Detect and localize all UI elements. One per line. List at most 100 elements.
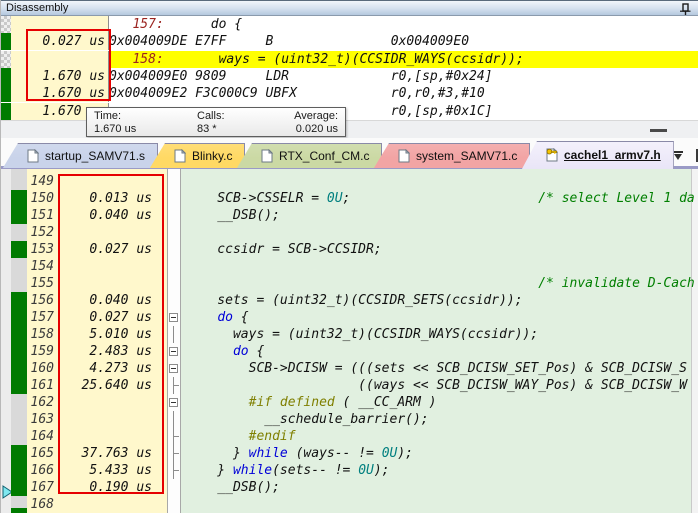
line-number: 158	[27, 326, 54, 343]
editor-line[interactable]: 163 __schedule_barrier();	[1, 411, 698, 428]
coverage-block	[1, 51, 11, 68]
disasm-row[interactable]: 158: ways = (uint32_t)(CCSIDR_WAYS(ccsid…	[1, 51, 698, 68]
code-text	[181, 258, 696, 275]
disasm-timing-cell: 1.670 us	[11, 85, 109, 102]
execution-time-cell	[56, 224, 158, 241]
coverage-block[interactable]	[11, 241, 27, 258]
editor-line[interactable]: 1665.433 us } while(sets-- != 0U);	[1, 462, 698, 479]
tooltip-label-time: Time:	[94, 110, 197, 123]
disasm-timing-cell	[11, 51, 109, 68]
editor-line[interactable]: 1560.040 us sets = (uint32_t)(CCSIDR_SET…	[1, 292, 698, 309]
execution-time-cell	[56, 411, 158, 428]
editor-line[interactable]: 1585.010 us ways = (uint32_t)(CCSIDR_WAY…	[1, 326, 698, 343]
editor-line[interactable]: 164 #endif	[1, 428, 698, 445]
fold-marker[interactable]	[167, 428, 181, 445]
disasm-row[interactable]: 1.670 us0x004009E2 F3C000C9 UBFX r0,r0,#…	[1, 85, 698, 102]
editor-line[interactable]: 1510.040 us __DSB();	[1, 207, 698, 224]
coverage-block[interactable]	[11, 309, 27, 326]
editor-line[interactable]: 149	[1, 173, 698, 190]
tab-system-samv71-c[interactable]: system_SAMV71.c	[374, 143, 530, 168]
code-text: /* invalidate D-Cach	[181, 275, 696, 292]
disasm-timing-cell	[11, 16, 109, 33]
coverage-block[interactable]	[11, 462, 27, 479]
coverage-block[interactable]	[11, 190, 27, 207]
fold-tick	[173, 436, 179, 437]
code-text: } while (ways-- != 0U);	[181, 445, 696, 462]
fold-line	[173, 411, 174, 428]
tab-blinky-c[interactable]: Blinky.c	[150, 143, 245, 168]
disasm-timing-cell: 0.027 us	[11, 33, 109, 50]
fold-marker[interactable]	[167, 411, 181, 428]
editor-line[interactable]: 162 #if defined ( __CC_ARM )	[1, 394, 698, 411]
editor-line[interactable]: 16125.640 us ((ways << SCB_DCISW_WAY_Pos…	[1, 377, 698, 394]
fold-marker[interactable]	[167, 326, 181, 343]
fold-collapse-icon[interactable]	[169, 364, 178, 373]
line-number: 149	[27, 173, 54, 190]
code-text: sets = (uint32_t)(CCSIDR_SETS(ccsidr));	[181, 292, 696, 309]
fold-collapse-icon[interactable]	[169, 398, 178, 407]
tab-overflow-dropdown-icon[interactable]	[673, 150, 685, 162]
disassembly-listing[interactable]: 157: do {0.027 us0x004009DE E7FF B 0x004…	[1, 16, 698, 120]
code-text	[181, 224, 696, 241]
line-number: 153	[27, 241, 54, 258]
execution-time-cell: 0.040 us	[56, 292, 158, 309]
document-icon	[174, 149, 186, 163]
line-number: 159	[27, 343, 54, 360]
tab-startup-samv71-s[interactable]: startup_SAMV71.s	[3, 143, 158, 168]
execution-time-cell	[56, 394, 158, 411]
coverage-block[interactable]	[11, 292, 27, 309]
disasm-row[interactable]: 0.027 us0x004009DE E7FF B 0x004009E0	[1, 33, 698, 50]
editor-line[interactable]: 168	[1, 496, 698, 513]
tab-label: startup_SAMV71.s	[45, 149, 145, 163]
fold-marker[interactable]	[167, 343, 181, 360]
fold-collapse-icon[interactable]	[169, 313, 178, 322]
coverage-block[interactable]	[11, 445, 27, 462]
editor-line[interactable]: 1500.013 us SCB->CSSELR = 0U; /* select …	[1, 190, 698, 207]
coverage-block[interactable]	[11, 207, 27, 224]
source-editor[interactable]: 1491500.013 us SCB->CSSELR = 0U; /* sele…	[1, 169, 698, 513]
editor-line[interactable]: 1670.190 us __DSB();	[1, 479, 698, 496]
editor-line[interactable]: 152	[1, 224, 698, 241]
tab-cachel1-armv7-h[interactable]: cachel1_armv7.h	[522, 141, 674, 169]
coverage-block[interactable]	[11, 479, 27, 496]
disasm-row[interactable]: 157: do {	[1, 16, 698, 33]
execution-time-cell: 0.040 us	[56, 207, 158, 224]
fold-marker[interactable]	[167, 360, 181, 377]
execution-time-cell: 2.483 us	[56, 343, 158, 360]
editor-line[interactable]: 1592.483 us do {	[1, 343, 698, 360]
fold-marker[interactable]	[167, 445, 181, 462]
fold-collapse-icon[interactable]	[169, 347, 178, 356]
coverage-block	[1, 85, 11, 102]
execution-time-cell: 0.027 us	[56, 309, 158, 326]
line-number: 162	[27, 394, 54, 411]
line-number: 155	[27, 275, 54, 292]
coverage-block[interactable]	[11, 360, 27, 377]
line-number: 152	[27, 224, 54, 241]
coverage-block[interactable]	[11, 377, 27, 394]
fold-marker[interactable]	[167, 377, 181, 394]
editor-line[interactable]: 1604.273 us SCB->DCISW = (((sets << SCB_…	[1, 360, 698, 377]
coverage-block[interactable]	[11, 326, 27, 343]
code-text: #if defined ( __CC_ARM )	[181, 394, 696, 411]
fold-marker[interactable]	[167, 394, 181, 411]
disasm-row[interactable]: 1.670 us0x004009E0 9809 LDR r0,[sp,#0x24…	[1, 68, 698, 85]
tooltip-value-average: 0.020 us	[289, 123, 338, 136]
code-text: #endif	[181, 428, 696, 445]
line-number: 168	[27, 496, 54, 513]
editor-line[interactable]: 154	[1, 258, 698, 275]
line-number: 166	[27, 462, 54, 479]
coverage-block	[1, 33, 11, 50]
fold-marker[interactable]	[167, 462, 181, 479]
disassembly-panel[interactable]: Disassembly 157: do {0.027 us0x004009DE …	[1, 0, 698, 138]
document-icon	[261, 149, 273, 163]
tab-rtx-conf-cm-c[interactable]: RTX_Conf_CM.c	[237, 143, 382, 168]
editor-line[interactable]: 155 /* invalidate D-Cach	[1, 275, 698, 292]
editor-line[interactable]: 16537.763 us } while (ways-- != 0U);	[1, 445, 698, 462]
editor-line[interactable]: 1570.027 us do {	[1, 309, 698, 326]
coverage-block[interactable]	[11, 343, 27, 360]
fold-marker[interactable]	[167, 309, 181, 326]
editor-line[interactable]: 1530.027 us ccsidr = SCB->CCSIDR;	[1, 241, 698, 258]
pin-icon[interactable]	[679, 3, 691, 15]
line-number: 163	[27, 411, 54, 428]
scrollbar-thumb[interactable]	[650, 129, 667, 132]
